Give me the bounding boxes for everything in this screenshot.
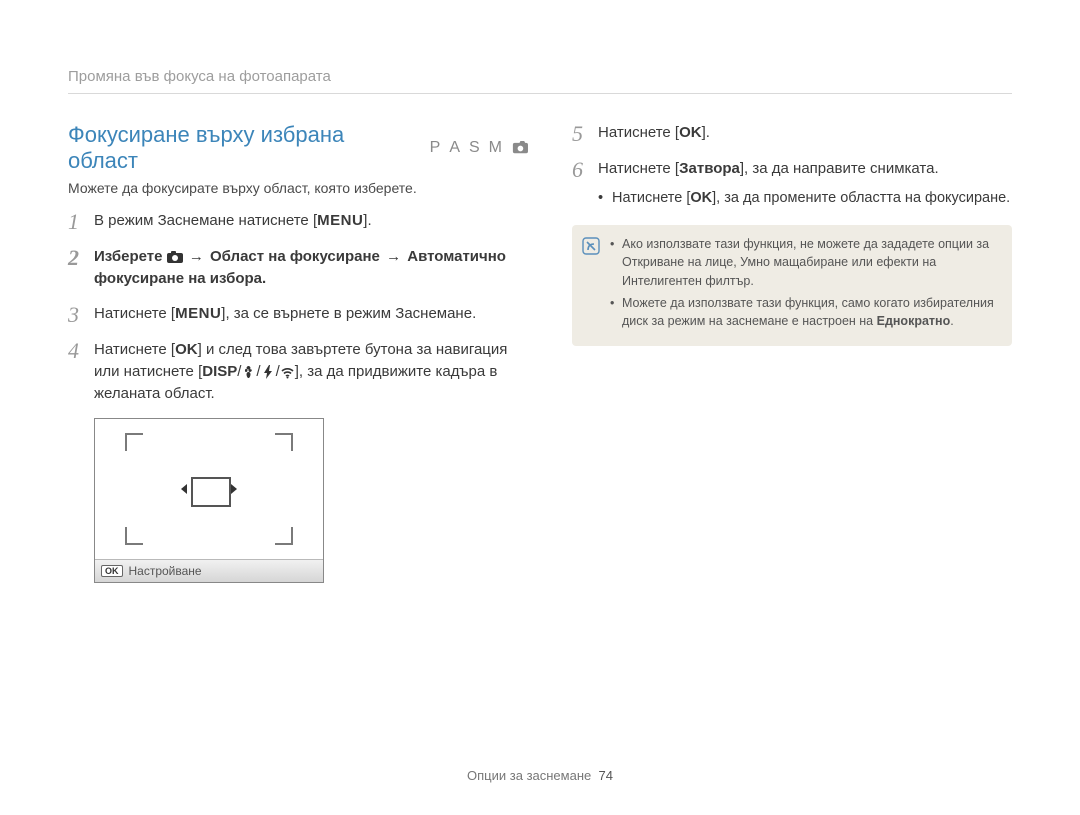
mode-s: S <box>469 139 484 157</box>
step2-b1: Област на фокусиране <box>210 248 380 265</box>
section-title: Фокусиране върху избрана област <box>68 122 412 174</box>
step2-post: . <box>262 270 266 287</box>
ok-label: OK <box>679 124 702 141</box>
section-intro: Можете да фокусирате върху област, която… <box>68 180 528 196</box>
info-note-1: Ако използвате тази функция, не можете д… <box>610 235 1000 289</box>
flash-icon <box>261 365 276 379</box>
info-note-2: Можете да използвате тази функция, само … <box>610 294 1000 330</box>
arrow-icon: → <box>189 248 204 265</box>
step-1: В режим Заснемане натиснете [MENU]. <box>68 210 528 232</box>
arrow-left-icon <box>181 484 187 494</box>
focus-area-corner <box>275 527 293 545</box>
step3-post: ], за се върнете в режим Заснемане. <box>221 305 476 322</box>
ok-label: OK <box>175 341 198 358</box>
focus-area-corner <box>275 433 293 451</box>
step1-pre: В режим Заснемане натиснете [ <box>94 212 317 229</box>
focus-box <box>191 477 231 507</box>
mode-m: M <box>489 139 506 157</box>
step-5: Натиснете [OK]. <box>572 122 1012 144</box>
mode-p: P <box>430 139 445 157</box>
diagram-status-bar: OK Настройване <box>95 559 323 582</box>
scene-mode-icon <box>511 140 528 156</box>
right-column: Натиснете [OK]. Натиснете [Затвора], за … <box>572 122 1012 583</box>
shutter-label: Затвора <box>679 160 740 177</box>
info-icon <box>582 237 600 334</box>
step5-pre: Натиснете [ <box>598 124 679 141</box>
step1-post: ]. <box>363 212 371 229</box>
mode-a: A <box>449 139 464 157</box>
menu-label: MENU <box>317 212 363 229</box>
focus-area-corner <box>125 433 143 451</box>
step-2: Изберете → Област на фокусиране → Автома… <box>68 246 528 290</box>
step3-pre: Натиснете [ <box>94 305 175 322</box>
step-3: Натиснете [MENU], за се върнете в режим … <box>68 303 528 325</box>
footer-label: Опции за заснемане <box>467 768 591 783</box>
step-4: Натиснете [OK] и след това завъртете бут… <box>68 339 528 404</box>
info-n2-post: . <box>950 314 953 328</box>
diagram-bar-label: Настройване <box>129 564 202 578</box>
page-footer: Опции за заснемане 74 <box>0 768 1080 783</box>
steps-list-left: В режим Заснемане натиснете [MENU]. Избе… <box>68 210 528 404</box>
wifi-icon <box>280 365 295 379</box>
info-n2-bold: Еднократно <box>877 314 951 328</box>
step6-bullet: Натиснете [OK], за да промените областта… <box>598 188 1012 210</box>
ok-label: OK <box>690 190 712 206</box>
macro-icon <box>241 365 256 379</box>
step6-post: ], за да направите снимката. <box>740 160 939 177</box>
disp-label: DISP <box>202 363 237 380</box>
info-box: Ако използвате тази функция, не можете д… <box>572 225 1012 346</box>
focus-area-corner <box>125 527 143 545</box>
step4-a: Натиснете [ <box>94 341 175 358</box>
step2-pre: Изберете <box>94 248 167 265</box>
breadcrumb: Промяна във фокуса на фотоапарата <box>68 68 1012 94</box>
step-6: Натиснете [Затвора], за да направите сни… <box>572 158 1012 210</box>
arrow-right-icon <box>231 484 237 494</box>
step5-post: ]. <box>702 124 710 141</box>
viewfinder-diagram: OK Настройване <box>94 418 324 583</box>
step6-b-post: ], за да промените областта на фокусиран… <box>712 190 1010 206</box>
mode-badges: P A S M <box>430 139 528 157</box>
left-column: Фокусиране върху избрана област P A S M … <box>68 122 528 583</box>
camera-icon <box>167 251 183 263</box>
page-number: 74 <box>598 768 612 783</box>
menu-label: MENU <box>175 305 221 322</box>
step6-b-pre: Натиснете [ <box>612 190 690 206</box>
arrow-icon: → <box>386 248 401 265</box>
steps-list-right: Натиснете [OK]. Натиснете [Затвора], за … <box>572 122 1012 209</box>
ok-key-icon: OK <box>101 565 123 577</box>
step6-pre: Натиснете [ <box>598 160 679 177</box>
